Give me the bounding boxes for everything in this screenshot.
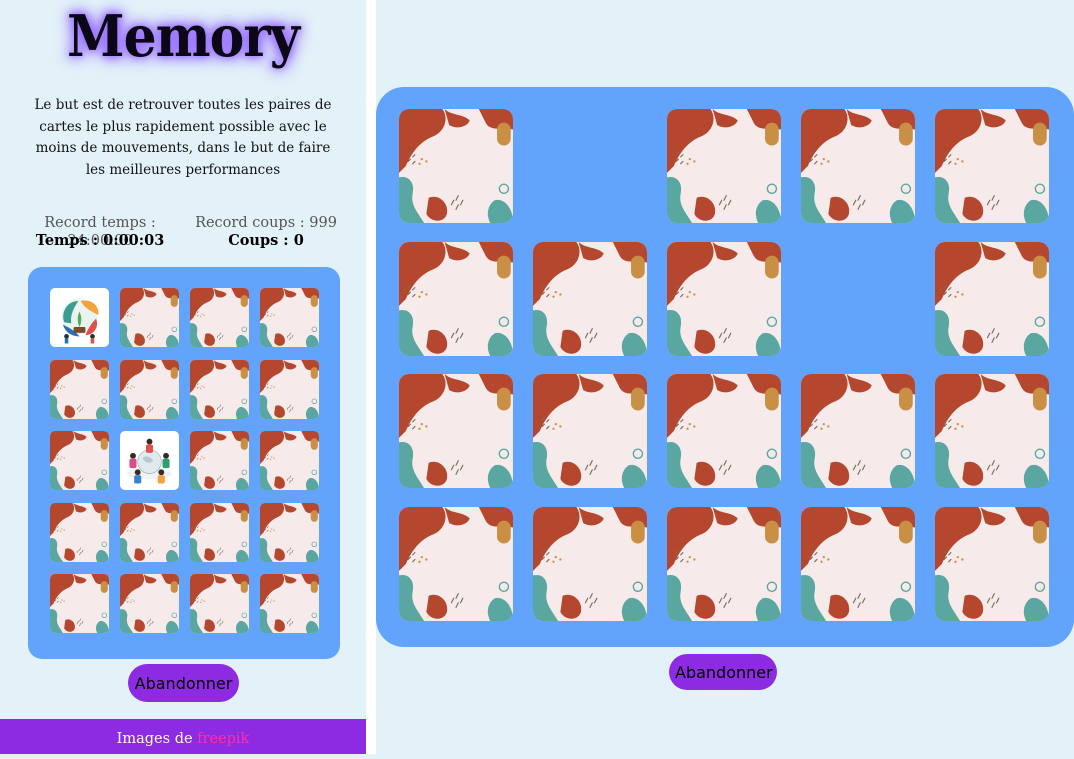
plant-charity-illustration — [50, 288, 109, 347]
memory-card[interactable] — [935, 241, 1049, 356]
memory-card[interactable] — [50, 359, 109, 419]
card-back-pattern — [190, 431, 249, 490]
memory-card[interactable] — [801, 506, 915, 621]
memory-card[interactable] — [399, 241, 513, 356]
memory-card[interactable] — [667, 109, 781, 223]
memory-card[interactable] — [260, 288, 319, 347]
card-back-pattern — [399, 109, 513, 223]
current-time: Temps : 0:00:03 — [35, 232, 165, 249]
abandon-button-large[interactable]: Abandonner — [669, 654, 777, 690]
memory-card[interactable] — [533, 506, 647, 621]
memory-card[interactable] — [260, 431, 319, 490]
card-back-pattern — [667, 241, 781, 356]
card-back-pattern — [190, 288, 249, 347]
card-back-pattern — [533, 241, 647, 356]
card-back-pattern — [935, 374, 1049, 488]
memory-card[interactable] — [801, 374, 915, 488]
view-divider — [366, 0, 376, 754]
memory-card[interactable] — [190, 574, 249, 633]
memory-card[interactable] — [50, 502, 109, 562]
footer-credit: Images de freepik — [0, 719, 366, 754]
card-back-pattern — [667, 506, 781, 621]
card-slot-empty — [801, 242, 915, 356]
card-back-pattern — [801, 374, 915, 488]
app-logo-title: Memory — [67, 2, 300, 71]
card-back-pattern — [50, 574, 109, 633]
card-back-pattern — [533, 374, 647, 488]
card-back-pattern — [260, 574, 319, 633]
memory-card[interactable] — [533, 241, 647, 356]
card-back-pattern — [50, 431, 109, 490]
card-back-pattern — [399, 374, 513, 488]
memory-card[interactable] — [260, 574, 319, 633]
card-back-pattern — [50, 359, 109, 419]
memory-card[interactable] — [935, 109, 1049, 223]
card-back-pattern — [190, 502, 249, 562]
card-back-pattern — [801, 506, 915, 621]
time-stats: Record temps : 24:00:00 Temps : 0:00:03 — [10, 214, 190, 250]
memory-card[interactable] — [935, 506, 1049, 621]
memory-card[interactable] — [120, 288, 179, 347]
memory-card[interactable] — [533, 374, 647, 488]
memory-card[interactable] — [399, 506, 513, 621]
card-back-pattern — [935, 109, 1049, 223]
card-back-pattern — [190, 359, 249, 419]
card-slot-empty — [533, 109, 647, 223]
memory-card[interactable] — [190, 502, 249, 562]
credit-prefix: Images de — [116, 731, 193, 747]
memory-card[interactable] — [190, 359, 249, 419]
memory-card[interactable] — [120, 574, 179, 633]
memory-card[interactable] — [260, 502, 319, 562]
card-back-pattern — [120, 502, 179, 562]
card-back-pattern — [801, 109, 915, 223]
memory-card[interactable] — [667, 506, 781, 621]
card-back-pattern — [935, 241, 1049, 356]
people-around-globe-illustration — [120, 431, 179, 490]
card-back-pattern — [120, 288, 179, 347]
mobile-view: Memory Le but est de retrouver toutes le… — [0, 0, 366, 754]
memory-card-revealed — [120, 431, 179, 490]
memory-card[interactable] — [935, 374, 1049, 488]
card-back-pattern — [260, 431, 319, 490]
card-back-pattern — [935, 506, 1049, 621]
card-grid-large — [376, 87, 1074, 647]
freepik-link[interactable]: freepik — [197, 731, 249, 747]
record-moves: Record coups : 999 — [195, 215, 337, 231]
card-back-pattern — [190, 574, 249, 633]
card-back-pattern — [260, 502, 319, 562]
memory-card[interactable] — [120, 502, 179, 562]
memory-card[interactable] — [120, 359, 179, 419]
card-back-pattern — [667, 109, 781, 223]
memory-card-revealed — [50, 288, 109, 347]
memory-card[interactable] — [667, 374, 781, 488]
card-back-pattern — [120, 574, 179, 633]
card-back-pattern — [120, 359, 179, 419]
memory-card[interactable] — [667, 241, 781, 356]
card-grid-small — [28, 267, 340, 659]
game-description: Le but est de retrouver toutes les paire… — [34, 97, 332, 178]
card-back-pattern — [260, 359, 319, 419]
memory-card[interactable] — [399, 109, 513, 223]
memory-card[interactable] — [190, 288, 249, 347]
record-time: Record temps : 24:00:00 — [44, 215, 156, 249]
memory-card[interactable] — [50, 574, 109, 633]
card-back-pattern — [667, 374, 781, 488]
card-back-pattern — [533, 506, 647, 621]
memory-card[interactable] — [50, 431, 109, 490]
card-back-pattern — [50, 502, 109, 562]
current-moves: Coups : 0 — [228, 232, 304, 249]
card-back-pattern — [399, 241, 513, 356]
card-back-pattern — [399, 506, 513, 621]
memory-card[interactable] — [399, 374, 513, 488]
move-stats: Record coups : 999 Coups : 0 — [186, 214, 346, 250]
abandon-button[interactable]: Abandonner — [128, 664, 239, 702]
memory-card[interactable] — [801, 109, 915, 223]
card-back-pattern — [260, 288, 319, 347]
memory-card[interactable] — [190, 431, 249, 490]
memory-card[interactable] — [260, 359, 319, 419]
